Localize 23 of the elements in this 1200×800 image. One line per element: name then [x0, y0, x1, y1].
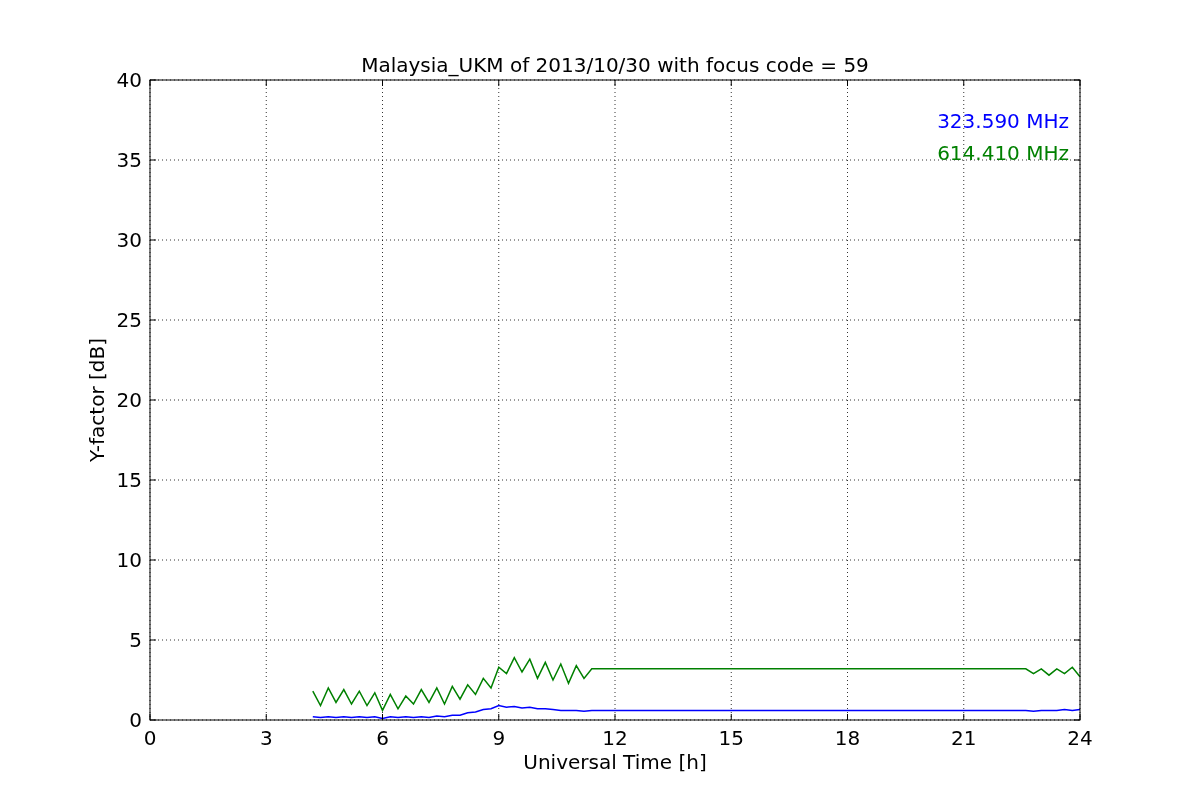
- x-tick-label: 18: [834, 726, 861, 750]
- y-tick-label: 25: [116, 308, 142, 332]
- y-tick-label: 20: [116, 388, 142, 412]
- x-tick-label: 21: [951, 726, 977, 750]
- x-tick-label: 12: [602, 726, 628, 750]
- y-tick-label: 35: [116, 148, 142, 172]
- legend-label: 323.590 MHz: [937, 109, 1069, 133]
- y-tick-label: 40: [116, 68, 142, 92]
- x-tick-label: 6: [376, 726, 389, 750]
- x-tick-label: 9: [492, 726, 506, 750]
- x-tick-label: 0: [143, 726, 157, 750]
- x-tick-label: 24: [1067, 726, 1093, 750]
- y-tick-label: 0: [129, 708, 142, 732]
- y-tick-label: 15: [116, 468, 142, 492]
- y-tick-label: 10: [116, 548, 142, 572]
- x-axis-label: Universal Time [h]: [523, 750, 707, 774]
- chart-title: Malaysia_UKM of 2013/10/30 with focus code = 59: [361, 53, 869, 77]
- x-tick-label: 15: [718, 726, 744, 750]
- y-axis-label: Y-factor [dB]: [85, 338, 109, 462]
- legend-label: 614.410 MHz: [937, 141, 1069, 165]
- y-tick-label: 5: [129, 628, 142, 652]
- x-tick-label: 3: [259, 726, 273, 750]
- y-tick-label: 30: [116, 228, 142, 252]
